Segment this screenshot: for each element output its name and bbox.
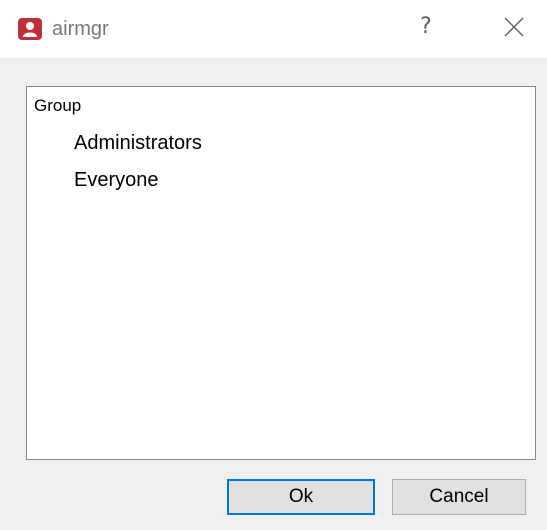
cancel-button[interactable]: Cancel — [392, 479, 526, 515]
app-icon — [18, 18, 42, 40]
tree-item-everyone[interactable]: Everyone — [74, 167, 159, 193]
tree-item-administrators[interactable]: Administrators — [74, 130, 202, 156]
ok-button[interactable]: Ok — [227, 479, 375, 515]
title-bar: airmgr ? — [0, 0, 547, 58]
tree-item-group[interactable]: Group — [34, 95, 81, 117]
help-button[interactable]: ? — [414, 12, 438, 42]
group-tree-view[interactable]: Group Administrators Everyone — [26, 86, 536, 460]
dialog-window: airmgr ? Group Administrators Everyone O… — [0, 0, 547, 530]
close-icon[interactable] — [500, 13, 528, 41]
window-title: airmgr — [52, 18, 109, 40]
dialog-body: Group Administrators Everyone Ok Cancel — [8, 58, 539, 522]
